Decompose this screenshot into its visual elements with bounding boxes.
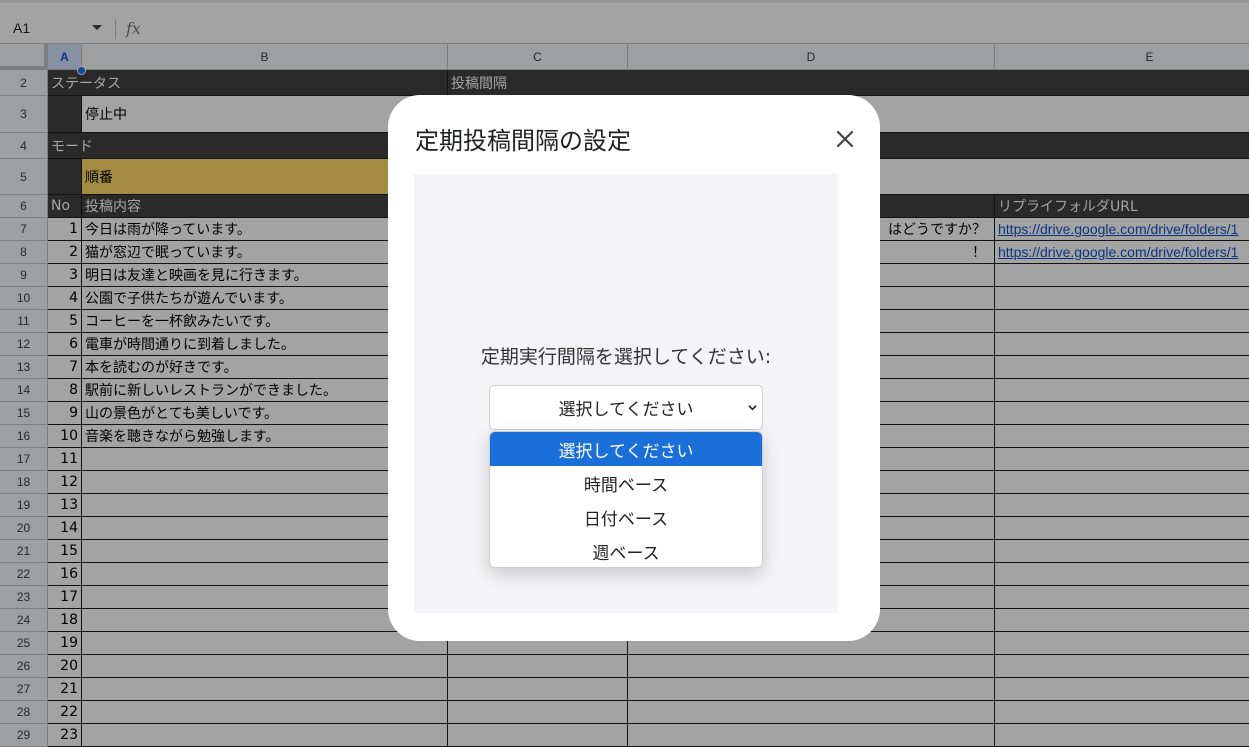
interval-dropdown-list: 選択してください 時間ベース 日付ベース 週ベース bbox=[489, 431, 763, 568]
dialog-title: 定期投稿間隔の設定 bbox=[415, 127, 631, 155]
close-icon[interactable] bbox=[833, 127, 857, 151]
chevron-down-icon bbox=[748, 405, 757, 411]
option-date-based[interactable]: 日付ベース bbox=[490, 500, 762, 534]
interval-select-value: 選択してください bbox=[558, 400, 694, 420]
option-select-prompt[interactable]: 選択してください bbox=[490, 432, 762, 466]
interval-select[interactable]: 選択してください bbox=[489, 385, 763, 430]
option-week-based[interactable]: 週ベース bbox=[490, 534, 762, 567]
interval-prompt: 定期実行間隔を選択してください: bbox=[480, 346, 772, 368]
dialog-content-frame: 定期実行間隔を選択してください: 選択してください 選択してください 時間ベース… bbox=[414, 174, 838, 613]
interval-settings-dialog: 定期投稿間隔の設定 定期実行間隔を選択してください: 選択してください 選択して… bbox=[388, 95, 880, 641]
option-time-based[interactable]: 時間ベース bbox=[490, 466, 762, 500]
